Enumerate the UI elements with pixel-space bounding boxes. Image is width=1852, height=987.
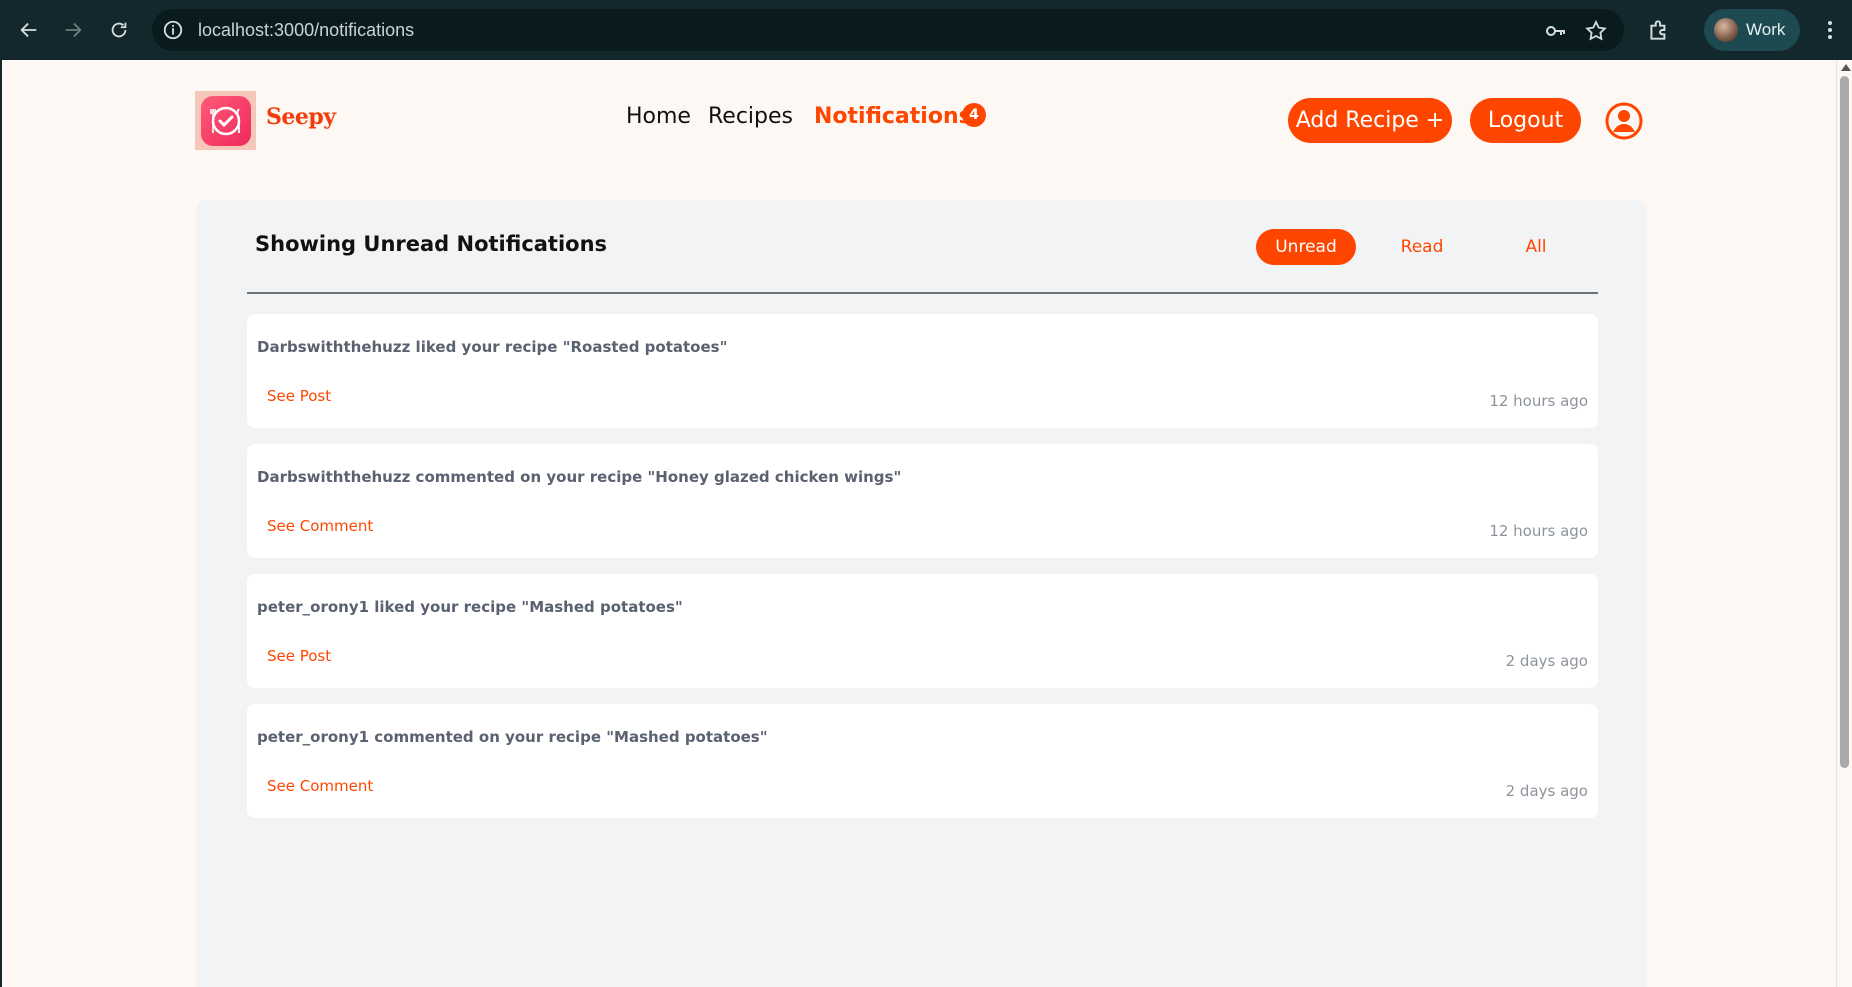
more-menu-icon[interactable]: [1818, 16, 1842, 44]
extensions-puzzle-icon[interactable]: [1646, 17, 1672, 43]
notification-message: Darbswiththehuzz commented on your recip…: [257, 468, 902, 486]
add-recipe-button[interactable]: Add Recipe +: [1288, 98, 1452, 143]
notification-card: Darbswiththehuzz liked your recipe "Roas…: [247, 314, 1598, 428]
browser-toolbar: localhost:3000/notifications Work: [0, 0, 1852, 60]
tab-read[interactable]: Read: [1372, 229, 1472, 265]
divider: [247, 292, 1598, 294]
nav-home[interactable]: Home: [626, 104, 691, 129]
see-post-link[interactable]: See Post: [267, 387, 331, 405]
notification-message: peter_orony1 commented on your recipe "M…: [257, 728, 768, 746]
address-bar[interactable]: localhost:3000/notifications: [152, 9, 1624, 51]
brand-name[interactable]: Seepy: [266, 104, 336, 130]
notification-message: peter_orony1 liked your recipe "Mashed p…: [257, 598, 683, 616]
see-comment-link[interactable]: See Comment: [267, 517, 373, 535]
logout-button[interactable]: Logout: [1470, 98, 1581, 143]
reload-icon[interactable]: [104, 15, 134, 45]
profile-avatar-icon: [1714, 18, 1738, 42]
page-title: Showing Unread Notifications: [255, 232, 608, 256]
page-viewport: Seepy Home Recipes Notifications 4 Add R…: [2, 60, 1836, 987]
back-arrow-icon[interactable]: [14, 15, 44, 45]
notification-card: peter_orony1 commented on your recipe "M…: [247, 704, 1598, 818]
see-comment-link[interactable]: See Comment: [267, 777, 373, 795]
password-key-icon[interactable]: [1544, 19, 1568, 43]
forward-arrow-icon[interactable]: [58, 15, 88, 45]
user-account-icon[interactable]: [1604, 101, 1644, 141]
notification-time: 12 hours ago: [1489, 392, 1588, 410]
site-info-icon[interactable]: [162, 19, 184, 41]
bookmark-star-icon[interactable]: [1584, 19, 1608, 43]
tab-all[interactable]: All: [1486, 229, 1586, 265]
tab-unread[interactable]: Unread: [1256, 229, 1356, 265]
profile-label: Work: [1746, 20, 1786, 39]
notifications-panel: Showing Unread Notifications Unread Read…: [196, 200, 1646, 987]
seepy-logo-icon[interactable]: [195, 91, 256, 150]
nav-recipes[interactable]: Recipes: [708, 104, 793, 129]
nav-notifications[interactable]: Notifications: [814, 104, 972, 129]
see-post-link[interactable]: See Post: [267, 647, 331, 665]
notification-card: peter_orony1 liked your recipe "Mashed p…: [247, 574, 1598, 688]
profile-button[interactable]: Work: [1704, 9, 1800, 51]
notifications-count-badge: 4: [962, 103, 986, 127]
notification-time: 2 days ago: [1505, 652, 1588, 670]
notification-message: Darbswiththehuzz liked your recipe "Roas…: [257, 338, 728, 356]
notification-card: Darbswiththehuzz commented on your recip…: [247, 444, 1598, 558]
scrollbar-thumb[interactable]: [1840, 76, 1849, 768]
page-scrollbar[interactable]: [1836, 60, 1852, 987]
notification-time: 12 hours ago: [1489, 522, 1588, 540]
url-text[interactable]: localhost:3000/notifications: [198, 9, 414, 51]
scroll-up-arrow-icon[interactable]: [1841, 64, 1851, 71]
notification-time: 2 days ago: [1505, 782, 1588, 800]
